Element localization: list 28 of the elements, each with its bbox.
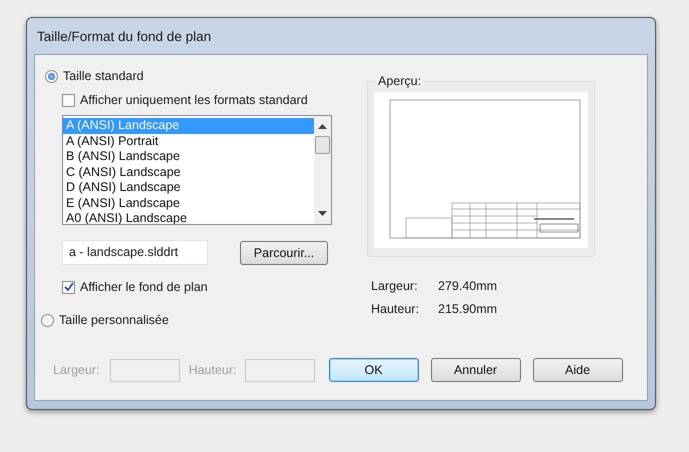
- template-file-field[interactable]: a - landscape.slddrt: [62, 240, 208, 265]
- custom-height-field[interactable]: [244, 358, 315, 382]
- custom-width-label: Largeur:: [53, 363, 100, 377]
- window-title: Taille/Format du fond de plan: [37, 28, 212, 44]
- standard-size-radio[interactable]: Taille standard: [45, 69, 345, 83]
- format-item[interactable]: A (ANSI) Portrait: [63, 134, 314, 149]
- preview-label: Aperçu:: [376, 74, 424, 88]
- format-item[interactable]: D (ANSI) Landscape: [63, 180, 314, 196]
- height-value: 215.90mm: [438, 302, 498, 316]
- format-item[interactable]: B (ANSI) Landscape: [63, 149, 314, 164]
- show-sheet-checkbox[interactable]: Afficher le fond de plan: [62, 280, 345, 294]
- browse-button[interactable]: Parcourir...: [240, 240, 328, 264]
- scroll-thumb[interactable]: [315, 136, 330, 154]
- scroll-down-icon[interactable]: [318, 211, 327, 216]
- scroll-up-icon[interactable]: [318, 124, 327, 129]
- width-value: 279.40mm: [438, 279, 498, 293]
- format-item[interactable]: C (ANSI) Landscape: [63, 164, 314, 180]
- format-item[interactable]: E (ANSI) Landscape: [63, 196, 314, 211]
- dialog-button[interactable]: Aide: [532, 358, 623, 382]
- custom-height-label: Hauteur:: [188, 363, 237, 377]
- width-label: Largeur:: [371, 279, 419, 293]
- standard-formats-checkbox[interactable]: Afficher uniquement les formats standard: [62, 93, 345, 107]
- dialog-button[interactable]: Annuler: [430, 358, 521, 382]
- height-label: Hauteur:: [371, 302, 420, 316]
- scrollbar[interactable]: [314, 116, 331, 224]
- custom-width-field[interactable]: [110, 358, 180, 382]
- check-icon: [64, 282, 74, 292]
- dialog-button[interactable]: OK: [328, 358, 419, 382]
